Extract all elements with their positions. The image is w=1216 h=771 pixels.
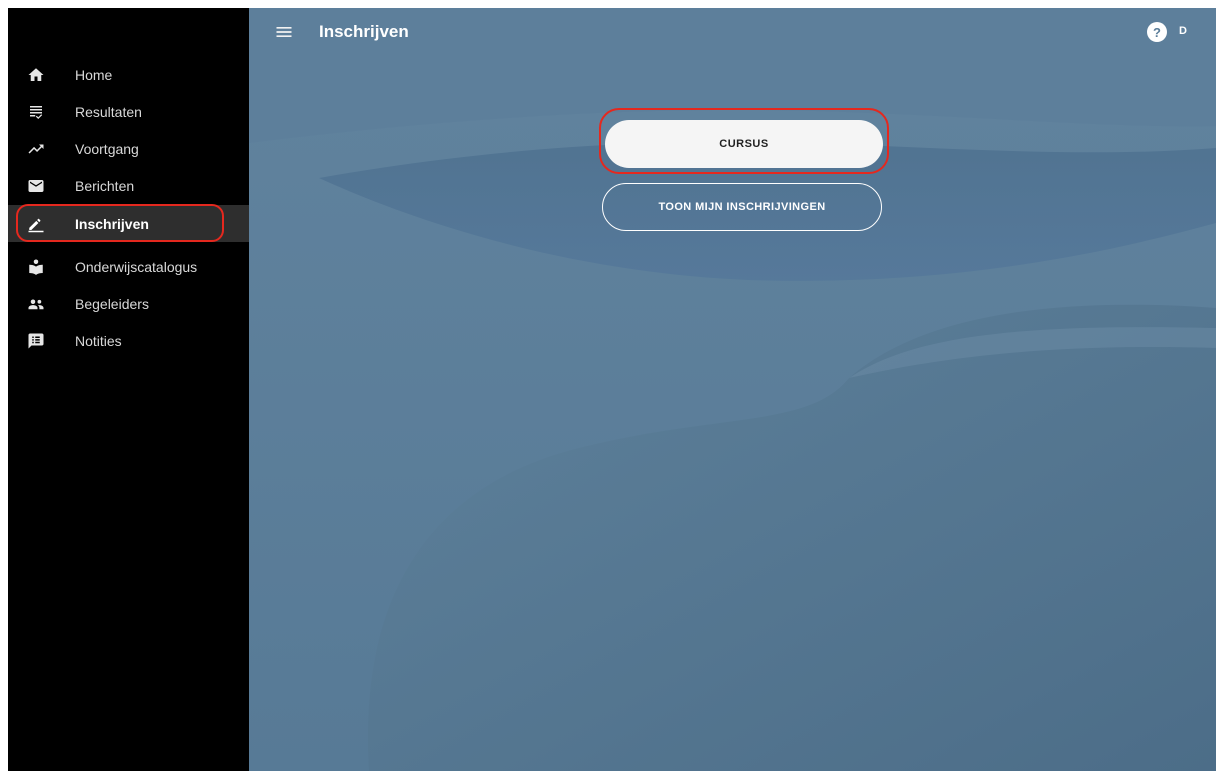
edit-pen-icon	[26, 214, 46, 234]
sidebar-item-label: Begeleiders	[75, 296, 149, 312]
cursus-button[interactable]: CURSUS	[605, 120, 883, 168]
user-avatar[interactable]: D	[1179, 25, 1187, 37]
app-window: Home Resultaten Voortgang Berichten Insc	[8, 8, 1216, 771]
trending-up-icon	[26, 139, 46, 159]
sidebar-item-label: Onderwijscatalogus	[75, 259, 198, 275]
sidebar-item-voortgang[interactable]: Voortgang	[8, 130, 249, 167]
sidebar-item-resultaten[interactable]: Resultaten	[8, 93, 249, 130]
sidebar-item-label: Resultaten	[75, 104, 142, 120]
hamburger-menu-icon	[276, 27, 292, 37]
people-icon	[26, 294, 46, 314]
reading-person-icon	[26, 257, 46, 277]
sidebar-item-label: Inschrijven	[75, 216, 149, 232]
sidebar-item-begeleiders[interactable]: Begeleiders	[8, 285, 249, 322]
sidebar-item-onderwijscatalogus[interactable]: Onderwijscatalogus	[8, 248, 249, 285]
main-content: Inschrijven ? D CURSUS TOON MIJN INSCHRI…	[249, 8, 1216, 771]
help-button[interactable]: ?	[1147, 22, 1167, 42]
sidebar-item-berichten[interactable]: Berichten	[8, 167, 249, 204]
sidebar: Home Resultaten Voortgang Berichten Insc	[8, 8, 249, 771]
sidebar-item-label: Notities	[75, 333, 122, 349]
sidebar-item-label: Voortgang	[75, 141, 139, 157]
sidebar-item-home[interactable]: Home	[8, 56, 249, 93]
top-app-bar: Inschrijven ? D	[249, 8, 1216, 56]
mail-icon	[26, 176, 46, 196]
sidebar-item-label: Berichten	[75, 178, 135, 194]
toon-mijn-inschrijvingen-button[interactable]: TOON MIJN INSCHRIJVINGEN	[602, 183, 882, 231]
note-icon	[26, 331, 46, 351]
list-check-icon	[26, 102, 46, 122]
help-icon: ?	[1153, 24, 1161, 40]
page-title: Inschrijven	[319, 22, 409, 41]
sidebar-item-label: Home	[75, 67, 113, 83]
home-icon	[26, 65, 46, 85]
menu-button[interactable]	[271, 20, 297, 44]
sidebar-item-inschrijven[interactable]: Inschrijven	[8, 205, 249, 242]
sidebar-item-notities[interactable]: Notities	[8, 322, 249, 359]
